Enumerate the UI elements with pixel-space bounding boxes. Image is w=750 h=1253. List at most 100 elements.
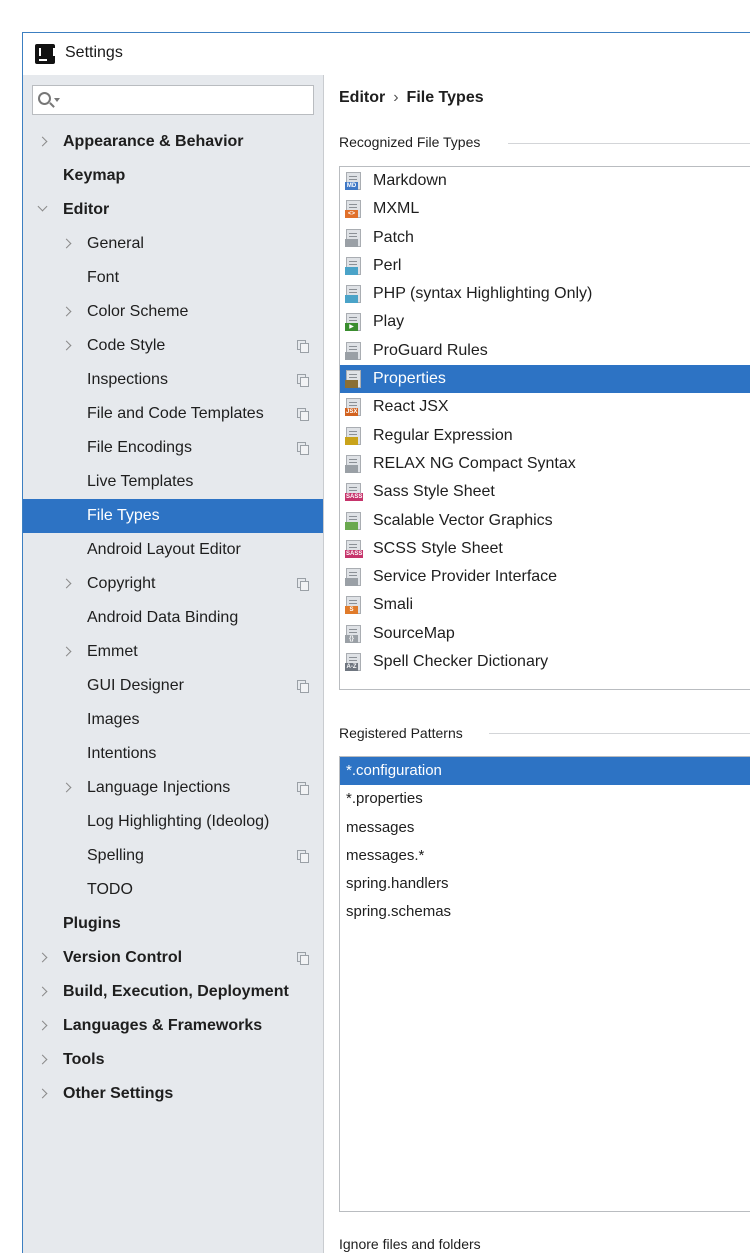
sidebar-item-copyright[interactable]: Copyright: [23, 567, 323, 601]
sidebar-item-label: Intentions: [87, 745, 157, 762]
sidebar-item-tools[interactable]: Tools: [23, 1043, 323, 1077]
sidebar-item-label: Other Settings: [63, 1085, 174, 1102]
recognized-file-types-list[interactable]: MD Markdown <> MXML Patch Perl PHP (syntax Hig…: [339, 166, 750, 690]
sidebar-item-file-encodings[interactable]: File Encodings: [23, 431, 323, 465]
chevron-right-icon[interactable]: [37, 1088, 48, 1099]
file-type-row-sass-style-sheet[interactable]: SASS Sass Style Sheet: [340, 478, 750, 506]
file-type-label: SCSS Style Sheet: [373, 539, 503, 557]
sidebar-item-keymap[interactable]: Keymap: [23, 159, 323, 193]
sidebar-item-version-control[interactable]: Version Control: [23, 941, 323, 975]
sidebar-item-editor[interactable]: Editor: [23, 193, 323, 227]
breadcrumb-parent[interactable]: Editor: [339, 89, 385, 106]
file-type-row-play[interactable]: ▶ Play: [340, 308, 750, 336]
sidebar-item-spelling[interactable]: Spelling: [23, 839, 323, 873]
sidebar-item-language-injections[interactable]: Language Injections: [23, 771, 323, 805]
pattern-row[interactable]: spring.handlers: [340, 870, 750, 898]
sidebar-item-label: General: [87, 235, 144, 252]
file-type-label: Service Provider Interface: [373, 568, 558, 586]
sidebar-item-android-layout-editor[interactable]: Android Layout Editor: [23, 533, 323, 567]
file-type-label: PHP (syntax Highlighting Only): [373, 285, 593, 303]
file-type-row-react-jsx[interactable]: JSX React JSX: [340, 393, 750, 421]
chevron-right-icon[interactable]: [37, 1020, 48, 1031]
sidebar-item-languages-frameworks[interactable]: Languages & Frameworks: [23, 1009, 323, 1043]
sidebar-item-emmet[interactable]: Emmet: [23, 635, 323, 669]
file-type-row-spell-checker-dictionary[interactable]: A-Z Spell Checker Dictionary: [340, 648, 750, 676]
chevron-right-icon[interactable]: [61, 340, 72, 351]
file-type-badge: [345, 521, 358, 530]
chevron-right-icon[interactable]: [37, 952, 48, 963]
sidebar-item-color-scheme[interactable]: Color Scheme: [23, 295, 323, 329]
sidebar-item-gui-designer[interactable]: GUI Designer: [23, 669, 323, 703]
file-type-row-php-syntax-highlighting-only[interactable]: PHP (syntax Highlighting Only): [340, 280, 750, 308]
sidebar-item-font[interactable]: Font: [23, 261, 323, 295]
sidebar-item-label: Spelling: [87, 847, 144, 864]
breadcrumb-separator-icon: ›: [393, 89, 399, 106]
sidebar-item-label: GUI Designer: [87, 677, 184, 694]
sidebar-item-intentions[interactable]: Intentions: [23, 737, 323, 771]
search-options-chevron-icon[interactable]: [54, 98, 60, 102]
sidebar-item-general[interactable]: General: [23, 227, 323, 261]
file-type-row-smali[interactable]: S Smali: [340, 591, 750, 619]
sidebar-item-file-types[interactable]: File Types: [23, 499, 323, 533]
sidebar-item-label: Code Style: [87, 337, 166, 354]
chevron-right-icon[interactable]: [61, 646, 72, 657]
file-type-row-relax-ng-compact-syntax[interactable]: RELAX NG Compact Syntax: [340, 450, 750, 478]
file-type-badge: [345, 266, 358, 275]
sidebar-item-code-style[interactable]: Code Style: [23, 329, 323, 363]
sidebar-item-build-execution-deployment[interactable]: Build, Execution, Deployment: [23, 975, 323, 1009]
sidebar-item-log-highlighting-ideolog[interactable]: Log Highlighting (Ideolog): [23, 805, 323, 839]
search-input[interactable]: [63, 86, 309, 114]
chevron-right-icon[interactable]: [37, 986, 48, 997]
file-type-badge: [345, 380, 358, 389]
sidebar-item-images[interactable]: Images: [23, 703, 323, 737]
settings-tree: Appearance & Behavior Keymap Editor General…: [23, 125, 323, 1111]
file-type-row-service-provider-interface[interactable]: Service Provider Interface: [340, 563, 750, 591]
file-type-row-regular-expression[interactable]: Regular Expression: [340, 422, 750, 450]
php-file-icon: [345, 285, 361, 304]
intellij-app-icon: [35, 44, 55, 64]
jsx-file-icon: JSX: [345, 398, 361, 417]
pattern-row[interactable]: *.properties: [340, 785, 750, 813]
chevron-right-icon[interactable]: [61, 238, 72, 249]
file-type-row-mxml[interactable]: <> MXML: [340, 195, 750, 223]
search-box[interactable]: [32, 85, 314, 115]
smali-file-icon: S: [345, 596, 361, 615]
sidebar-item-label: Keymap: [63, 167, 126, 184]
chevron-right-icon[interactable]: [61, 782, 72, 793]
chevron-right-icon[interactable]: [37, 1054, 48, 1065]
sidebar-item-android-data-binding[interactable]: Android Data Binding: [23, 601, 323, 635]
project-settings-icon: [297, 680, 309, 693]
sidebar-item-appearance-behavior[interactable]: Appearance & Behavior: [23, 125, 323, 159]
file-type-row-scalable-vector-graphics[interactable]: Scalable Vector Graphics: [340, 507, 750, 535]
project-settings-icon: [297, 952, 309, 965]
sidebar-item-other-settings[interactable]: Other Settings: [23, 1077, 323, 1111]
file-type-row-patch[interactable]: Patch: [340, 224, 750, 252]
file-type-row-scss-style-sheet[interactable]: SASS SCSS Style Sheet: [340, 535, 750, 563]
file-type-badge: SASS: [345, 493, 364, 502]
file-type-row-properties[interactable]: Properties: [340, 365, 750, 394]
file-type-row-sourcemap[interactable]: {} SourceMap: [340, 620, 750, 648]
chevron-down-icon[interactable]: [37, 201, 48, 212]
settings-sidebar: Appearance & Behavior Keymap Editor General…: [23, 75, 324, 1253]
file-type-badge: [345, 436, 358, 445]
sidebar-item-file-and-code-templates[interactable]: File and Code Templates: [23, 397, 323, 431]
pattern-row[interactable]: messages: [340, 814, 750, 842]
chevron-right-icon[interactable]: [37, 136, 48, 147]
search-icon[interactable]: [38, 92, 51, 105]
file-type-label: Patch: [373, 228, 414, 246]
project-settings-icon: [297, 782, 309, 795]
file-type-row-perl[interactable]: Perl: [340, 252, 750, 280]
sidebar-item-plugins[interactable]: Plugins: [23, 907, 323, 941]
sidebar-item-live-templates[interactable]: Live Templates: [23, 465, 323, 499]
sidebar-item-inspections[interactable]: Inspections: [23, 363, 323, 397]
file-types-panel: Editor › File Types Recognized File Types …: [325, 75, 750, 1253]
chevron-right-icon[interactable]: [61, 578, 72, 589]
file-type-row-proguard-rules[interactable]: ProGuard Rules: [340, 337, 750, 365]
registered-patterns-list[interactable]: *.configuration *.properties messages messa…: [339, 756, 750, 1212]
pattern-row[interactable]: spring.schemas: [340, 898, 750, 926]
file-type-row-markdown[interactable]: MD Markdown: [340, 167, 750, 195]
pattern-row[interactable]: *.configuration: [340, 757, 750, 786]
pattern-row[interactable]: messages.*: [340, 842, 750, 870]
sidebar-item-todo[interactable]: TODO: [23, 873, 323, 907]
chevron-right-icon[interactable]: [61, 306, 72, 317]
